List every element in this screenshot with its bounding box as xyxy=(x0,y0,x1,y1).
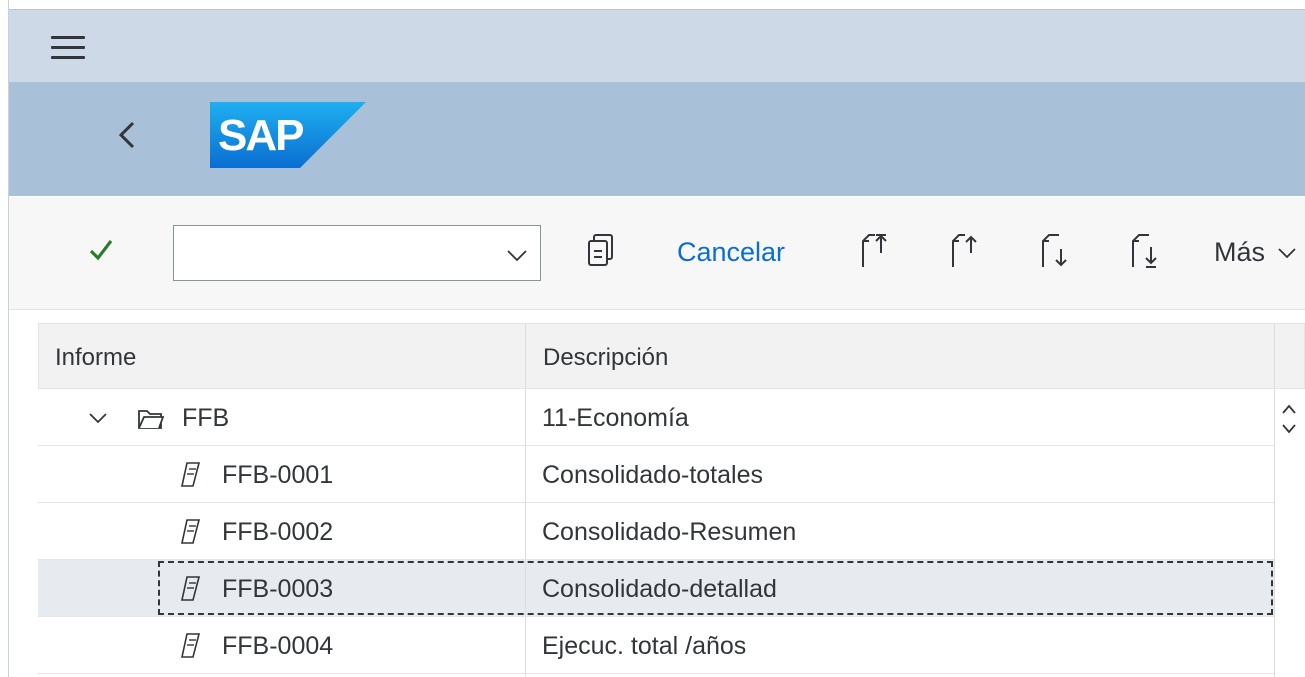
tree-row-document[interactable]: FFB-0004 Ejecuc. total /años xyxy=(38,617,1274,674)
row-description: Consolidado-detallad xyxy=(542,575,777,603)
last-page-icon[interactable] xyxy=(1127,231,1163,271)
row-description: Ejecuc. total /años xyxy=(542,632,747,660)
row-description: Consolidado-Resumen xyxy=(542,518,797,546)
column-divider xyxy=(525,323,526,677)
row-description: Consolidado-totales xyxy=(542,461,763,489)
chevron-down-icon[interactable] xyxy=(1277,243,1297,263)
chevron-down-icon[interactable] xyxy=(88,411,108,425)
hamburger-icon[interactable] xyxy=(51,36,85,60)
tree-row-document-selected[interactable]: FFB-0003 Consolidado-detallad xyxy=(38,560,1274,617)
scroll-down-icon[interactable] xyxy=(1281,423,1297,435)
scroll-up-icon[interactable] xyxy=(1281,403,1297,415)
tree-row-document[interactable]: FFB-0001 Consolidado-totales xyxy=(38,446,1274,503)
document-icon xyxy=(181,462,201,487)
cancel-button[interactable]: Cancelar xyxy=(677,237,785,268)
logo-text: SAP xyxy=(218,111,303,160)
sap-logo: SAP xyxy=(210,102,366,168)
document-icon xyxy=(181,519,201,544)
tree-row-document[interactable]: FFB-0002 Consolidado-Resumen xyxy=(38,503,1274,560)
chevron-left-icon[interactable] xyxy=(113,117,143,153)
copy-document-icon[interactable] xyxy=(585,231,621,271)
open-folder-icon xyxy=(138,410,164,429)
column-header-informe[interactable]: Informe xyxy=(55,344,136,372)
row-id: FFB xyxy=(182,404,230,432)
report-tree-table: Informe Descripción FFB 11-Economía FFB-… xyxy=(38,323,1305,677)
tree-header: Informe Descripción xyxy=(38,323,1305,389)
header-bar: SAP xyxy=(9,82,1305,196)
more-button[interactable]: Más xyxy=(1214,237,1265,268)
window-frame-left xyxy=(0,0,9,677)
scrollbar-divider xyxy=(1274,323,1275,677)
first-page-icon[interactable] xyxy=(857,231,893,271)
column-header-descripcion[interactable]: Descripción xyxy=(543,344,668,372)
row-id: FFB-0003 xyxy=(222,575,334,603)
row-id: FFB-0001 xyxy=(222,461,334,489)
top-shell-bar xyxy=(9,9,1305,82)
chevron-down-icon[interactable] xyxy=(506,244,528,266)
document-icon xyxy=(181,576,201,601)
row-description: 11-Economía xyxy=(542,404,689,432)
tree-row-folder[interactable]: FFB 11-Economía xyxy=(38,389,1274,446)
command-field-input[interactable] xyxy=(182,234,486,274)
command-field-combobox[interactable] xyxy=(173,225,541,281)
document-icon xyxy=(181,633,201,658)
row-id: FFB-0002 xyxy=(222,518,334,546)
previous-page-icon[interactable] xyxy=(947,231,983,271)
row-id: FFB-0004 xyxy=(222,632,334,660)
application-toolbar: Cancelar Más xyxy=(9,197,1305,310)
checkmark-icon[interactable] xyxy=(88,237,114,263)
next-page-icon[interactable] xyxy=(1037,231,1073,271)
